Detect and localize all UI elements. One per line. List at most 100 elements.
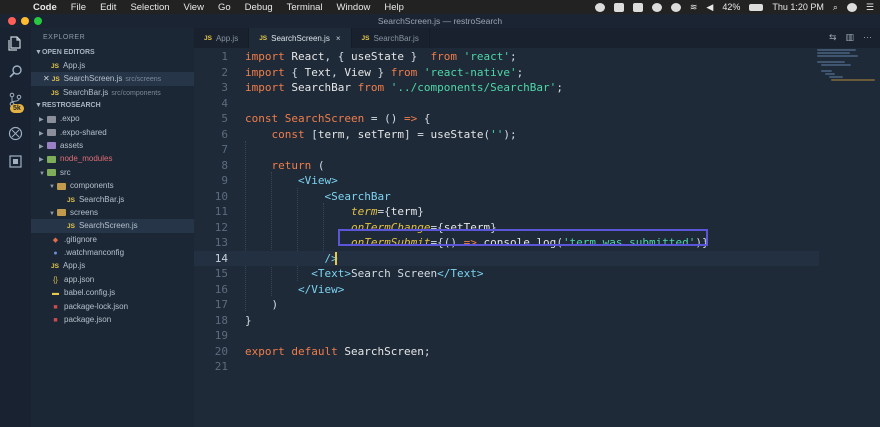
tree-folder[interactable]: ▶ node_modules bbox=[31, 152, 194, 165]
menu-window[interactable]: Window bbox=[330, 2, 378, 13]
folder-icon bbox=[57, 209, 66, 217]
code-line: 9 <View> bbox=[194, 173, 819, 189]
tree-file[interactable]: JS App.js bbox=[31, 259, 194, 272]
tab-searchbar-js[interactable]: JS SearchBar.js bbox=[352, 28, 430, 48]
tree-item-label: .expo-shared bbox=[60, 127, 107, 137]
tab-label: App.js bbox=[215, 33, 239, 43]
open-changes-icon[interactable]: ⇆ bbox=[829, 32, 837, 43]
tree-file[interactable]: JS SearchBar.js bbox=[31, 193, 194, 206]
tree-folder-open[interactable]: ▼ components bbox=[31, 179, 194, 192]
line-number: 15 bbox=[214, 267, 228, 280]
explorer-files-icon[interactable] bbox=[7, 36, 24, 53]
code-line: 11 term={term} bbox=[194, 204, 819, 220]
grid-icon[interactable] bbox=[613, 2, 624, 12]
menu-view[interactable]: View bbox=[177, 2, 211, 13]
explorer-title: EXPLORER bbox=[43, 34, 86, 41]
tree-folder-open[interactable]: ▼ screens bbox=[31, 206, 194, 219]
menu-debug[interactable]: Debug bbox=[238, 2, 280, 13]
debug-icon[interactable] bbox=[7, 126, 24, 143]
more-actions-icon[interactable]: ··· bbox=[863, 32, 872, 43]
menu-edit[interactable]: Edit bbox=[93, 2, 123, 13]
open-editor-name: App.js bbox=[62, 61, 86, 70]
project-header[interactable]: ▼RESTROSEARCH bbox=[31, 99, 194, 112]
spotlight-search-icon[interactable]: ⌕ bbox=[833, 2, 838, 13]
close-icon[interactable]: ✕ bbox=[43, 74, 50, 83]
open-editor-item[interactable]: JS App.js bbox=[31, 59, 194, 72]
wifi-icon[interactable]: ≋ bbox=[690, 2, 698, 13]
tree-file[interactable]: ■ package.json bbox=[31, 313, 194, 326]
menu-help[interactable]: Help bbox=[377, 2, 411, 13]
tree-file[interactable]: ▬ babel.config.js bbox=[31, 286, 194, 299]
tree-item-label: screens bbox=[70, 207, 99, 217]
cloud-icon[interactable] bbox=[632, 2, 643, 12]
split-editor-icon[interactable]: ▥ bbox=[845, 32, 854, 43]
open-editor-path: src/components bbox=[111, 89, 161, 97]
close-tab-icon[interactable]: × bbox=[336, 34, 341, 43]
tree-file-selected[interactable]: JS SearchScreen.js bbox=[31, 219, 194, 233]
shield-check-icon[interactable] bbox=[594, 2, 605, 12]
minimap[interactable] bbox=[817, 48, 875, 88]
battery-icon[interactable] bbox=[749, 3, 764, 11]
project-label: RESTROSEARCH bbox=[41, 102, 101, 110]
line-number: 7 bbox=[221, 143, 228, 156]
open-editor-item-active[interactable]: ✕ JS SearchScreen.js src/screens bbox=[31, 72, 194, 86]
tree-file[interactable]: {} app.json bbox=[31, 273, 194, 286]
js-file-icon: JS bbox=[259, 34, 268, 42]
code-line: 21 bbox=[194, 359, 819, 375]
window-title: SearchScreen.js — restroSearch bbox=[377, 16, 503, 26]
notification-center-icon[interactable]: ☰ bbox=[866, 2, 874, 13]
line-number: 6 bbox=[221, 127, 228, 141]
tree-item-label: SearchScreen.js bbox=[78, 221, 138, 231]
menu-terminal[interactable]: Terminal bbox=[280, 2, 330, 13]
tree-file[interactable]: ■ package-lock.json bbox=[31, 300, 194, 313]
tree-file[interactable]: ● .watchmanconfig bbox=[31, 246, 194, 259]
sync-icon[interactable] bbox=[651, 2, 662, 12]
close-window-button[interactable] bbox=[8, 17, 16, 25]
line-number: 9 bbox=[221, 174, 228, 187]
line-number: 20 bbox=[214, 344, 228, 358]
clock-time[interactable]: Thu 1:20 PM bbox=[772, 2, 824, 12]
code-line: 4 bbox=[194, 96, 819, 112]
tree-item-label: src bbox=[60, 167, 71, 177]
user-icon[interactable] bbox=[846, 2, 857, 12]
line-number: 8 bbox=[221, 158, 228, 172]
menu-app-code[interactable]: Code bbox=[26, 2, 64, 13]
menu-go[interactable]: Go bbox=[211, 2, 238, 13]
code-line: 15 <Text>Search Screen</Text> bbox=[194, 266, 819, 282]
editor-tabs: JS App.js JS SearchScreen.js × JS SearchBar.… bbox=[194, 28, 880, 48]
line-number: 2 bbox=[221, 65, 228, 79]
minimize-window-button[interactable] bbox=[21, 17, 29, 25]
extensions-icon[interactable] bbox=[7, 154, 24, 171]
code-line: 8 return ( bbox=[194, 158, 819, 174]
zoom-window-button[interactable] bbox=[34, 17, 42, 25]
npm-icon: ■ bbox=[53, 303, 58, 311]
tree-item-label: package.json bbox=[64, 315, 112, 325]
volume-icon[interactable]: ◀ bbox=[706, 2, 713, 13]
activity-bar: 5k bbox=[0, 28, 31, 427]
tree-folder[interactable]: ▶ .expo bbox=[31, 112, 194, 125]
js-file-icon: JS bbox=[204, 34, 212, 42]
tree-folder[interactable]: ▶ .expo-shared bbox=[31, 126, 194, 139]
js-file-icon: JS bbox=[51, 76, 60, 84]
tree-folder-open[interactable]: ▼ src bbox=[31, 166, 194, 179]
tree-file[interactable]: ◆ .gitignore bbox=[31, 233, 194, 246]
tab-searchscreen-js[interactable]: JS SearchScreen.js × bbox=[249, 28, 352, 48]
menu-selection[interactable]: Selection bbox=[123, 2, 176, 13]
open-editor-item[interactable]: JS SearchBar.js src/components bbox=[31, 86, 194, 99]
code-line: 6 const [term, setTerm] = useState(''); bbox=[194, 127, 819, 143]
tree-item-label: App.js bbox=[62, 261, 86, 271]
tree-item-label: SearchBar.js bbox=[78, 194, 125, 204]
js-file-icon: JS bbox=[51, 89, 59, 97]
window-controls bbox=[8, 17, 42, 25]
source-control-badge: 5k bbox=[10, 104, 24, 113]
search-icon[interactable] bbox=[7, 64, 24, 81]
battery-percent[interactable]: 42% bbox=[722, 2, 740, 12]
menu-file[interactable]: File bbox=[64, 2, 93, 13]
tab-app-js[interactable]: JS App.js bbox=[194, 28, 250, 48]
code-line: 3 import SearchBar from '../components/Se… bbox=[194, 80, 819, 96]
folder-icon bbox=[47, 142, 56, 150]
tree-folder[interactable]: ▶ assets bbox=[31, 139, 194, 152]
clock-icon[interactable] bbox=[670, 2, 681, 12]
open-editor-name: SearchScreen.js bbox=[63, 74, 123, 84]
open-editors-header[interactable]: ▼OPEN EDITORS bbox=[31, 46, 194, 59]
